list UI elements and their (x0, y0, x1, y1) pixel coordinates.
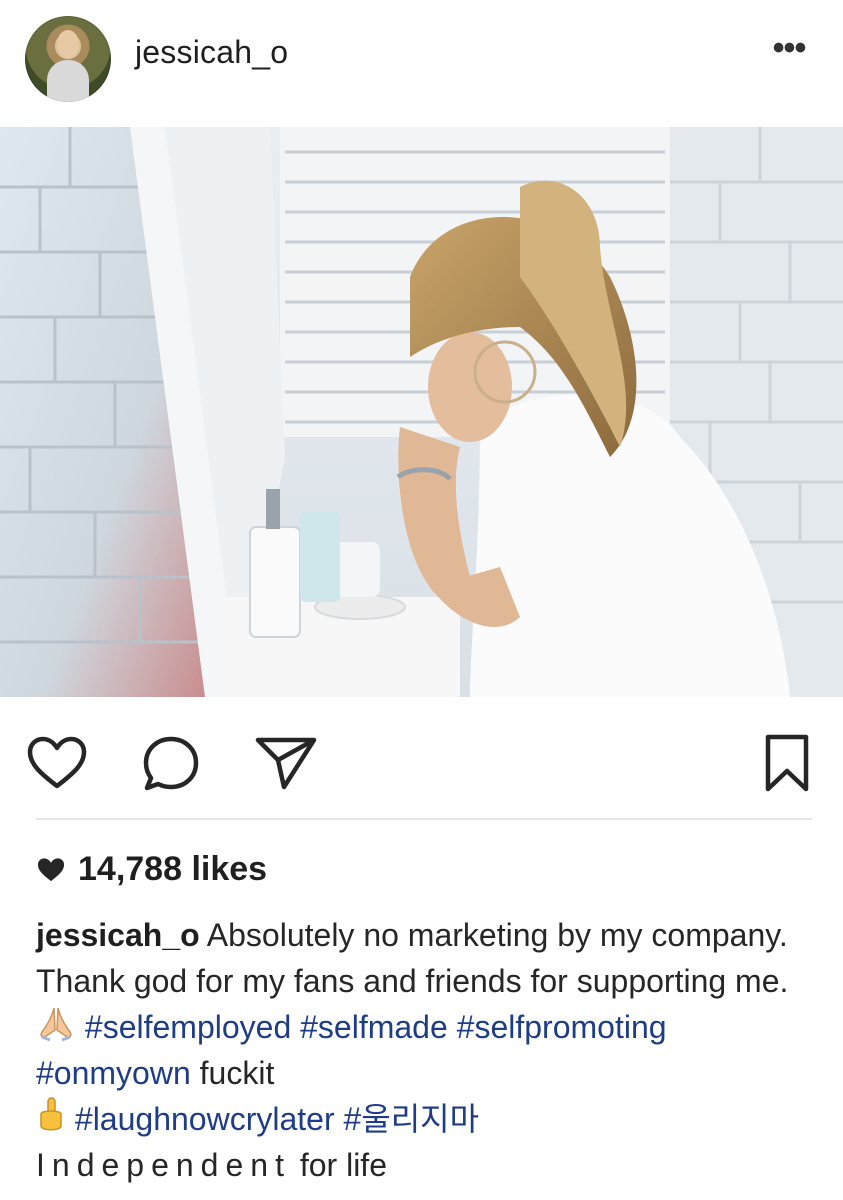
caption: jessicah_o Absolutely no marketing by my… (36, 912, 816, 1188)
caption-text: fuckit (199, 1055, 275, 1091)
hashtag[interactable]: #울리지마 (343, 1101, 479, 1137)
avatar-body (47, 60, 89, 102)
hashtag[interactable]: #selfemployed (85, 1009, 291, 1045)
action-bar (0, 697, 843, 817)
post-photo[interactable] (0, 127, 843, 697)
avatar[interactable] (25, 16, 111, 102)
divider (36, 818, 812, 820)
folded-hands-emoji-icon (40, 1007, 72, 1042)
post-username[interactable]: jessicah_o (135, 34, 288, 71)
caption-text: for life (299, 1147, 387, 1183)
avatar-face (57, 30, 79, 58)
more-options-icon[interactable]: ••• (764, 31, 814, 65)
hashtag[interactable]: #laughnowcrylater (75, 1101, 335, 1137)
hashtag[interactable]: #selfpromoting (457, 1009, 667, 1045)
post-header: jessicah_o ••• (0, 0, 843, 127)
likes-suffix: likes (191, 850, 268, 888)
caption-text-spaced: Independent (36, 1147, 291, 1183)
middle-finger-emoji-icon (40, 1097, 62, 1131)
bookmark-icon[interactable] (762, 733, 812, 793)
caption-username[interactable]: jessicah_o (36, 917, 200, 953)
photo-illustration (0, 127, 843, 697)
hashtag[interactable]: #selfmade (300, 1009, 448, 1045)
likes-count: 14,788 (78, 850, 182, 888)
likes-count-row[interactable]: 14,788 likes (36, 850, 267, 889)
heart-icon[interactable] (26, 735, 88, 791)
comment-icon[interactable] (141, 733, 201, 793)
send-icon[interactable] (254, 735, 318, 791)
hashtag[interactable]: #onmyown (36, 1055, 191, 1091)
filled-heart-icon (37, 857, 65, 881)
